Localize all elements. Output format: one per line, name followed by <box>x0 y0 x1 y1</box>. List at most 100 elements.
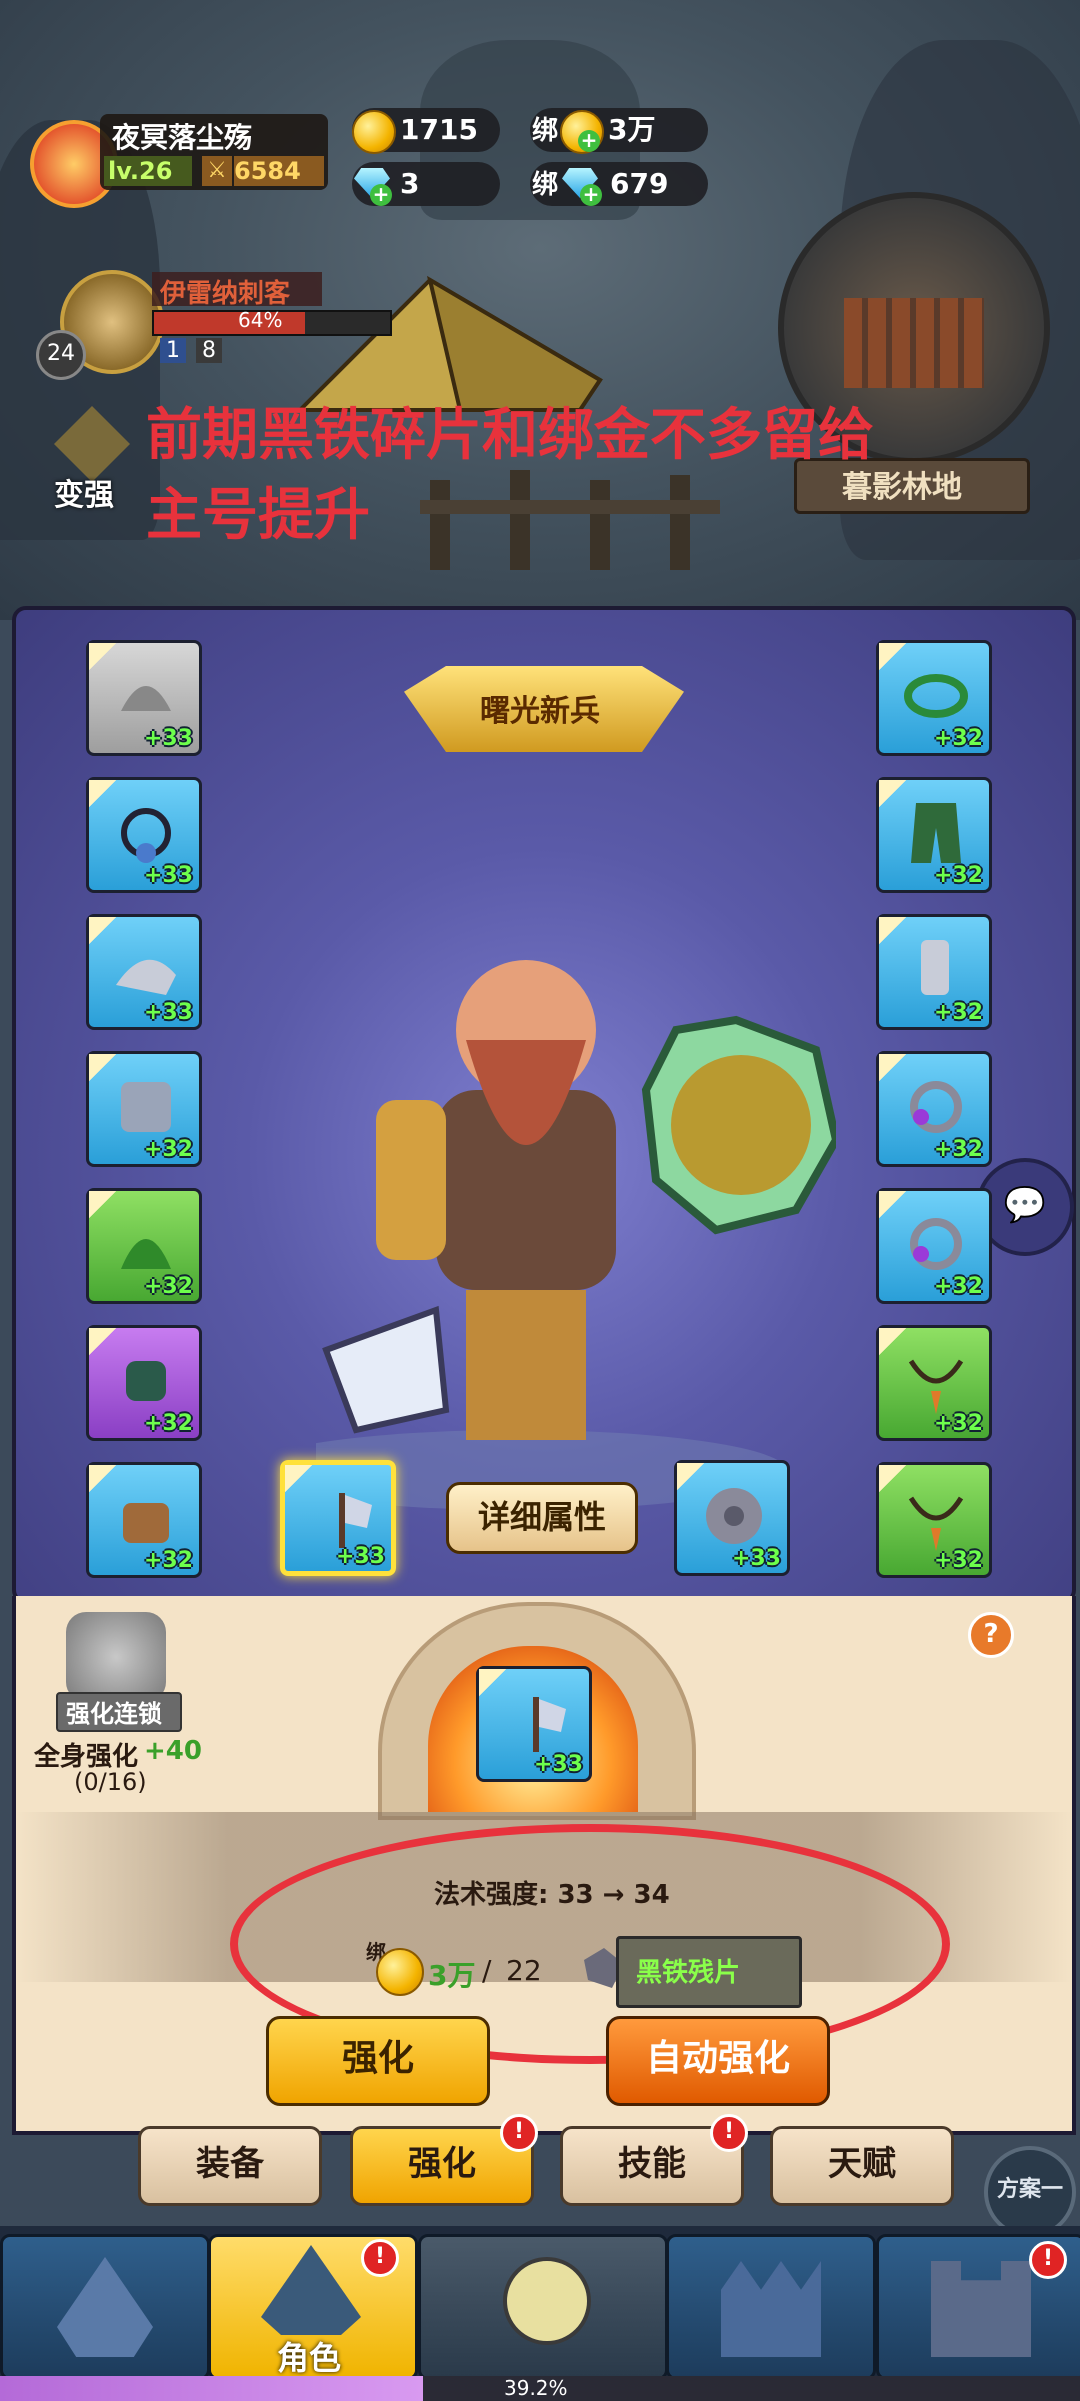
shoulder-armor-icon <box>116 959 176 995</box>
castle-icon <box>721 2261 821 2357</box>
slot-level: +32 <box>143 1137 193 1162</box>
become-strong-button[interactable]: 变强 <box>44 406 140 513</box>
annotation-line-1: 前期黑铁碎片和绑金不多留给 <box>146 403 874 468</box>
bound-diamond-value: 679 <box>610 167 669 200</box>
belt-icon <box>904 674 968 718</box>
character-panel: 曙光新兵 💬 +33 +33 +33 +32 +32 +32 +32 +32 +… <box>12 606 1076 1604</box>
companion-level-badge: 24 <box>36 330 86 380</box>
slot-level: +33 <box>533 1752 583 1777</box>
slot-level: +32 <box>933 1411 983 1436</box>
annotation-text: 前期黑铁碎片和绑金不多留给 主号提升 <box>146 396 874 556</box>
help-button[interactable]: ? <box>968 1612 1014 1658</box>
bound-label: 绑 <box>532 170 559 200</box>
bound-gold-value: 3万 <box>608 113 656 146</box>
slot-level: +33 <box>143 1000 193 1025</box>
nav-item-home[interactable] <box>0 2234 210 2380</box>
enhance-button[interactable]: 强化 <box>266 2016 490 2106</box>
bracer-slot[interactable]: +32 <box>86 1325 202 1441</box>
crystal-icon <box>57 2257 153 2357</box>
nav-item-battle[interactable] <box>418 2234 668 2380</box>
slot-level: +33 <box>335 1544 385 1569</box>
full-body-bonus: +40 <box>144 1736 202 1766</box>
companion-name: 伊雷纳刺客 <box>160 279 291 309</box>
bracer-icon <box>126 1361 166 1401</box>
nav-character-label: 角色 <box>277 2339 342 2377</box>
add-icon[interactable]: + <box>370 184 392 206</box>
detail-attributes-button[interactable]: 详细属性 <box>446 1482 638 1554</box>
cloak-slot[interactable]: +32 <box>86 1188 202 1304</box>
nav-item-castle[interactable]: ! <box>876 2234 1080 2380</box>
nav-character-badge: ! <box>361 2239 399 2277</box>
auto-enhance-button[interactable]: 自动强化 <box>606 2016 830 2106</box>
trinket-slot-1[interactable]: +32 <box>876 1325 992 1441</box>
round-shield-icon <box>706 1488 762 1544</box>
companion-stat-b: 8 <box>196 338 222 363</box>
nav-item-guild[interactable] <box>666 2234 876 2380</box>
glove-icon <box>123 1503 169 1543</box>
pants-slot[interactable]: +32 <box>876 777 992 893</box>
anvil-icon[interactable] <box>66 1612 166 1702</box>
fang-necklace-icon <box>908 1359 964 1414</box>
weapon-slot[interactable]: +33 <box>280 1460 396 1576</box>
player-level: lv.26 <box>104 156 192 186</box>
slot-level: +32 <box>933 1137 983 1162</box>
boots-slot[interactable]: +32 <box>876 914 992 1030</box>
helmet-slot[interactable]: +33 <box>86 640 202 756</box>
tab-enhance-badge: ! <box>500 2114 538 2152</box>
slot-level: +32 <box>143 1548 193 1573</box>
necklace-icon <box>121 808 171 863</box>
gold-value: 1715 <box>400 113 478 146</box>
annotation-line-2: 主号提升 <box>146 483 370 548</box>
hooded-hero-icon <box>261 2245 361 2335</box>
ring-slot-2[interactable]: +32 <box>876 1188 992 1304</box>
slot-level: +32 <box>933 1000 983 1025</box>
chest-slot[interactable]: +32 <box>86 1051 202 1167</box>
ring-icon <box>910 1218 962 1270</box>
boots-icon <box>921 940 949 995</box>
companion-progress-text: 64% <box>238 308 283 332</box>
slot-level: +32 <box>143 1274 193 1299</box>
axe-icon <box>533 1697 566 1752</box>
fang-necklace-icon <box>908 1496 964 1551</box>
plan-button[interactable]: 方案一 <box>984 2146 1076 2238</box>
tab-equipment[interactable]: 装备 <box>138 2126 322 2206</box>
slot-level: +33 <box>143 726 193 751</box>
slot-level: +32 <box>933 726 983 751</box>
add-icon[interactable]: + <box>580 184 602 206</box>
helmet-icon <box>121 686 171 711</box>
full-body-progress: (0/16) <box>74 1768 147 1796</box>
gold-coin-icon <box>352 110 396 154</box>
slot-level: +32 <box>933 1274 983 1299</box>
slot-level: +32 <box>933 1548 983 1573</box>
slot-level: +32 <box>143 1411 193 1436</box>
diamond-value: 3 <box>400 167 420 200</box>
ring-icon <box>910 1081 962 1133</box>
companion-stat-a: 1 <box>160 338 186 363</box>
minimap-buildings <box>844 298 984 388</box>
ring-slot-1[interactable]: +32 <box>876 1051 992 1167</box>
add-icon[interactable]: + <box>578 130 600 152</box>
shoulder-slot[interactable]: +33 <box>86 914 202 1030</box>
tower-icon <box>931 2261 1031 2357</box>
nav-item-character[interactable]: 角色 ! <box>208 2234 418 2380</box>
necklace-slot[interactable]: +33 <box>86 777 202 893</box>
glove-slot[interactable]: +32 <box>86 1462 202 1578</box>
trinket-slot-2[interactable]: +32 <box>876 1462 992 1578</box>
slot-level: +32 <box>933 863 983 888</box>
bottom-progress-text: 39.2% <box>504 2376 568 2400</box>
nav-castle-badge: ! <box>1029 2241 1067 2279</box>
bottom-nav: 角色 ! ! <box>0 2226 1080 2380</box>
dwarf-hero <box>316 960 836 1510</box>
bound-label: 绑 <box>532 116 559 146</box>
bottom-progress-fill <box>0 2376 424 2401</box>
belt-slot[interactable]: +32 <box>876 640 992 756</box>
enhance-section: ? 强化连锁 全身强化 +40 (0/16) +33 法术强度: 33 → 34… <box>12 1596 1076 2135</box>
player-name: 夜冥落尘殇 <box>112 121 253 154</box>
slot-level: +33 <box>143 863 193 888</box>
offhand-slot[interactable]: +33 <box>674 1460 790 1576</box>
sword-icon: ⚔ <box>202 156 232 186</box>
title-banner-text: 曙光新兵 <box>480 694 600 729</box>
axe-icon <box>339 1493 372 1548</box>
tab-talent[interactable]: 天赋 <box>770 2126 954 2206</box>
enhance-target-slot[interactable]: +33 <box>476 1666 592 1782</box>
